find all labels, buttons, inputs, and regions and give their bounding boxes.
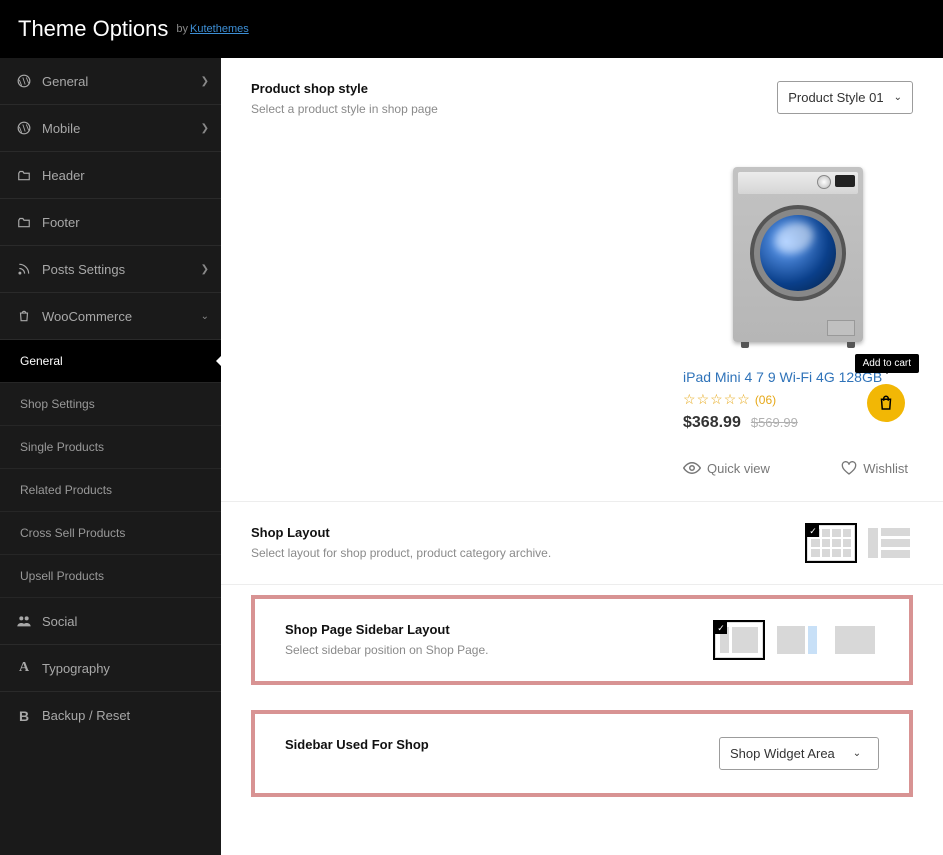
sidebar-item-label: WooCommerce (42, 309, 132, 324)
star-icon: ☆ (683, 391, 696, 408)
sidebar-item-backup[interactable]: B Backup / Reset (0, 692, 221, 739)
sidebar-sub-related-products[interactable]: Related Products (0, 469, 221, 512)
sidebar-item-label: Posts Settings (42, 262, 125, 277)
chevron-right-icon: ❯ (201, 264, 209, 275)
sidebar-item-label: Single Products (20, 440, 104, 454)
product-image (718, 154, 878, 354)
main-content: Product shop style Select a product styl… (221, 58, 943, 855)
sidebar-item-label: Upsell Products (20, 569, 104, 583)
section-title: Sidebar Used For Shop (285, 737, 719, 752)
sidebar-item-header[interactable]: Header (0, 152, 221, 199)
sidebar-item-footer[interactable]: Footer (0, 199, 221, 246)
section-title: Shop Page Sidebar Layout (285, 622, 715, 637)
sidebar-item-label: Mobile (42, 121, 80, 136)
layout-option-list[interactable] (865, 525, 913, 561)
font-icon: A (16, 660, 32, 676)
shop-layout-picker (807, 525, 913, 561)
sidebar-used-select[interactable]: Shop Widget Area ⌄ (719, 737, 879, 770)
chevron-down-icon: ⌄ (894, 92, 902, 103)
sidebar-sub-single-products[interactable]: Single Products (0, 426, 221, 469)
bold-icon: B (16, 708, 32, 724)
folder-icon (16, 169, 32, 181)
product-preview-card: iPad Mini 4 7 9 Wi-Fi 4G 128GB ☆☆☆☆☆ (06… (683, 154, 913, 478)
sidebar-item-label: Shop Settings (20, 397, 95, 411)
section-sidebar-used: Sidebar Used For Shop Shop Widget Area ⌄ (255, 714, 909, 793)
product-style-select[interactable]: Product Style 01 ⌄ (777, 81, 913, 114)
wordpress-icon (16, 74, 32, 88)
sidebar-item-general[interactable]: General ❯ (0, 58, 221, 105)
brand-link[interactable]: Kutethemes (190, 23, 249, 35)
product-price: $368.99 (683, 414, 741, 432)
layout-option-grid[interactable] (807, 525, 855, 561)
sidebar-sub-shop-settings[interactable]: Shop Settings (0, 383, 221, 426)
sidebar-item-mobile[interactable]: Mobile ❯ (0, 105, 221, 152)
sidebar-item-label: Header (42, 168, 85, 183)
app-header: Theme Options by Kutethemes (0, 0, 943, 58)
sidebar-item-social[interactable]: Social (0, 598, 221, 645)
sidebar-item-typography[interactable]: A Typography (0, 645, 221, 692)
select-value: Shop Widget Area (730, 746, 835, 761)
sidebar: General ❯ Mobile ❯ Header Footer Posts S… (0, 58, 221, 855)
section-desc: Select sidebar position on Shop Page. (285, 643, 715, 657)
chevron-down-icon: ⌄ (853, 748, 861, 759)
bag-icon (877, 394, 895, 412)
sidebar-item-label: General (42, 74, 88, 89)
sidebar-item-posts[interactable]: Posts Settings ❯ (0, 246, 221, 293)
sidebar-item-label: General (20, 354, 63, 368)
sidebar-item-label: Typography (42, 661, 110, 676)
sidebar-item-label: Footer (42, 215, 80, 230)
section-sidebar-layout: Shop Page Sidebar Layout Select sidebar … (255, 599, 909, 681)
sidebar-sub-upsell[interactable]: Upsell Products (0, 555, 221, 598)
review-count: (06) (755, 393, 776, 407)
section-desc: Select layout for shop product, product … (251, 546, 807, 560)
heart-icon (841, 460, 857, 476)
eye-icon (683, 461, 701, 475)
bag-icon (16, 309, 32, 323)
wordpress-icon (16, 121, 32, 135)
wishlist-label: Wishlist (863, 461, 908, 476)
sidebar-item-label: Social (42, 614, 77, 629)
product-old-price: $569.99 (751, 415, 798, 430)
sidebar-sub-cross-sell[interactable]: Cross Sell Products (0, 512, 221, 555)
highlight-sidebar-used: Sidebar Used For Shop Shop Widget Area ⌄ (251, 710, 913, 797)
chevron-down-icon: ⌄ (201, 311, 209, 322)
section-product-shop-style: Product shop style Select a product styl… (221, 58, 943, 502)
chevron-right-icon: ❯ (201, 76, 209, 87)
highlight-sidebar-layout: Shop Page Sidebar Layout Select sidebar … (251, 595, 913, 685)
star-icon: ☆ (710, 391, 723, 408)
page-title: Theme Options (18, 16, 168, 42)
sidebar-item-label: Backup / Reset (42, 708, 130, 723)
sidebar-sub-general[interactable]: General (0, 340, 221, 383)
add-to-cart-tooltip: Add to cart (855, 354, 919, 373)
sidebar-item-woocommerce[interactable]: WooCommerce ⌄ (0, 293, 221, 340)
sidebar-option-right[interactable] (773, 622, 821, 658)
sidebar-item-label: Related Products (20, 483, 112, 497)
by-label: by (176, 23, 188, 35)
wishlist-button[interactable]: Wishlist (841, 460, 908, 476)
chevron-right-icon: ❯ (201, 123, 209, 134)
section-title: Product shop style (251, 81, 683, 96)
users-icon (16, 614, 32, 628)
star-icon: ☆ (697, 391, 710, 408)
select-value: Product Style 01 (788, 90, 883, 105)
rss-icon (16, 262, 32, 276)
folder-icon (16, 216, 32, 228)
sidebar-item-label: Cross Sell Products (20, 526, 125, 540)
section-shop-layout: Shop Layout Select layout for shop produ… (221, 502, 943, 585)
star-icon: ☆ (724, 391, 737, 408)
section-title: Shop Layout (251, 525, 807, 540)
quick-view-button[interactable]: Quick view (683, 461, 770, 476)
quick-view-label: Quick view (707, 461, 770, 476)
sidebar-option-left[interactable] (715, 622, 763, 658)
sidebar-option-none[interactable] (831, 622, 879, 658)
sidebar-layout-picker (715, 622, 879, 658)
add-to-cart-button[interactable] (867, 384, 905, 422)
section-desc: Select a product style in shop page (251, 102, 683, 116)
star-icon: ☆ (737, 391, 750, 408)
